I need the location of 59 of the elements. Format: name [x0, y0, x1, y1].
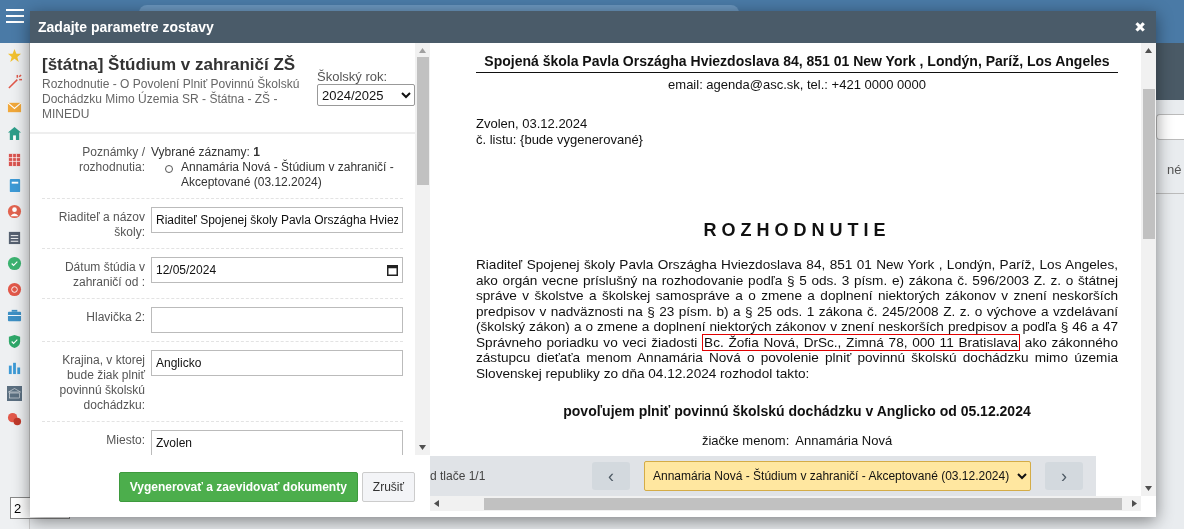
text-field[interactable] [151, 307, 403, 333]
scroll-down-icon[interactable] [1145, 486, 1152, 491]
briefcase-icon[interactable] [7, 308, 22, 323]
chat-icon[interactable] [7, 412, 22, 427]
envelope-icon[interactable] [7, 100, 22, 115]
text-field[interactable]: Anglicko [151, 350, 403, 376]
home-icon[interactable] [7, 126, 22, 141]
school-year-label: Školský rok: [317, 69, 389, 84]
grade-circle-icon[interactable] [7, 282, 22, 297]
horizontal-scrollbar[interactable] [430, 496, 1141, 511]
cancel-button[interactable]: Zrušiť [361, 471, 415, 502]
page-info: d tlače 1/1 [430, 469, 487, 483]
dialog-title: Zadajte parametre zostavy [38, 19, 214, 35]
close-button[interactable]: ✖ [1132, 19, 1148, 35]
document-heading: ROZHODNUTIE [702, 220, 892, 241]
dropdown[interactable] [1156, 114, 1184, 140]
school-letterhead: Spojená škola Pavla Országha Hviezdoslava 84, 851 01 New York , Londýn, Paríž, Los Angeles [476, 43, 1118, 73]
record-select[interactable]: Annamária Nová - Štúdium v zahraničí - Akceptované (03.12.2024) [644, 461, 1031, 491]
previous-button[interactable]: ‹ [592, 462, 630, 490]
date-field[interactable]: 12/05/2024 [151, 257, 403, 283]
decision-paragraph: Riaditeľ Spojenej školy Pavla Országha Hviezdoslava 84, 851 01 New York , Londýn, Paríž, Los Angeles, ako orgán vecne príslušný na rozhodovanie podľa § 5 ods. 3 písm. e) zákona č. 596/2003 Z. z. o štátnej správe v školstve a školskej samospráve a o zmene a doplnení niektorých zákonov v znení neskorších predpisov v nadväznosti na § 23 písm. b) a § 25 ods. 1 zákona č. 245/2008 Z. z. o výchove a vzdelávaní (školský zákon) a o zmene a doplnení niektorých zákonov v znení neskorších predpisov a podľa § 46 a 47 Správneho poriadku vo veci žiadosti Bc. Žofia Nová, DrSc., Zimná 78, 000 11 Bratislava ako zákonného zástupcu dieťaťa menom Annamária Nová o povolenie plniť povinnú školskú dochádzku mimo územia Slovenskej republiky zo dňa 04.12.2024 rozhodol takto: [476, 257, 1118, 381]
report-subtitle: Rozhodnutie - O Povolení Plniť Povinnú Školskú Dochádzku Mimo Územia SR - Štátna - ZŠ - MINEDU [42, 77, 301, 122]
letter-number: č. listu: {bude vygenerované} [476, 132, 644, 148]
pupil-name: Annamária Nová [795, 433, 893, 448]
menu-icon[interactable] [6, 9, 24, 23]
wand-icon[interactable] [7, 74, 22, 89]
school-building-icon[interactable] [7, 386, 22, 401]
text-field[interactable]: Zvolen [151, 430, 403, 455]
field-label: Miesto: [105, 432, 145, 448]
school-year-select[interactable]: 2024/2025 [317, 84, 415, 106]
shield-icon[interactable] [7, 334, 22, 349]
notebook-icon[interactable] [7, 178, 22, 193]
scroll-up-icon[interactable] [1145, 48, 1152, 53]
field-label: Poznámky / rozhodnutia: [77, 144, 145, 175]
star-icon[interactable] [7, 48, 22, 63]
check-circle-icon[interactable] [7, 256, 22, 271]
decision-statement: povoľujem plniť povinnú školskú dochádzku v Anglicko od 05.12.2024 [562, 403, 1032, 419]
contact-line: email: agenda@asc.sk, tel.: +421 0000 0000 [667, 77, 927, 92]
pupil-label: žiačke menom: [701, 433, 790, 448]
bar-chart-icon[interactable] [7, 360, 22, 375]
selected-record: Annamária Nová - Štúdium v zahraničí - Akceptované (03.12.2024) [181, 160, 395, 190]
field-label: Dátum štúdia v zahraničí od : [63, 259, 145, 290]
place-date: Zvolen, 03.12.2024 [476, 116, 589, 132]
field-label: Krajina, v ktorej bude žiak plniť povinnú školskú dochádzku: [58, 352, 145, 413]
next-button[interactable]: › [1045, 462, 1083, 490]
column-header-fragment: né [1166, 162, 1183, 177]
scroll-down-icon[interactable] [419, 445, 426, 450]
field-label: Hlavička 2: [85, 309, 145, 325]
scrollbar[interactable] [1141, 43, 1156, 496]
field-label: Riaditeľ a názov školy: [57, 209, 145, 240]
clipboard-icon[interactable] [7, 230, 22, 245]
header-panel [1156, 43, 1184, 100]
scroll-left-icon[interactable] [434, 500, 439, 507]
scroll-right-icon[interactable] [1132, 500, 1137, 507]
report-title: [štátna] Štúdium v zahraničí ZŠ [42, 55, 297, 75]
selected-records-count: Vybrané záznamy: 1 [151, 145, 260, 159]
person-icon[interactable] [7, 204, 22, 219]
calendar-icon[interactable] [387, 264, 398, 276]
scrollbar[interactable] [415, 43, 430, 455]
